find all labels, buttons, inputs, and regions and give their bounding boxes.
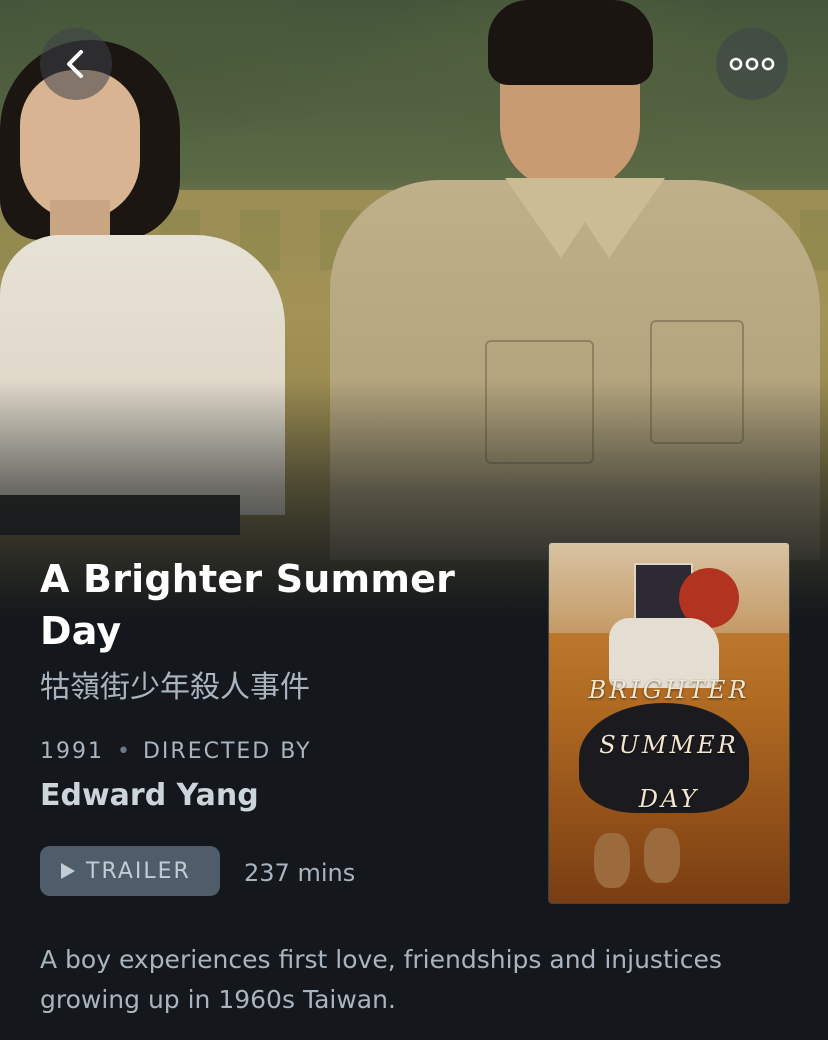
poster-title-line: DAY: [638, 785, 700, 813]
trailer-button[interactable]: TRAILER: [40, 846, 220, 896]
release-year[interactable]: 1991: [40, 739, 104, 764]
synopsis: A boy experiences first love, friendship…: [40, 945, 722, 1014]
more-options-button[interactable]: [716, 28, 788, 100]
film-detail-screen: A Brighter Summer Day 牯嶺街少年殺人事件 1991 • D…: [0, 0, 828, 1040]
backdrop-image: [0, 0, 828, 620]
director-link[interactable]: Edward Yang: [40, 776, 259, 816]
film-title: A Brighter Summer Day: [40, 557, 456, 653]
meta-separator: •: [117, 739, 130, 764]
poster-title-line: BRIGHTER: [588, 676, 750, 704]
film-poster[interactable]: BRIGHTER SUMMER DAY: [548, 542, 790, 904]
poster-title-line: SUMMER: [599, 731, 739, 759]
directed-by-label: DIRECTED BY: [142, 739, 312, 764]
chevron-left-icon: [67, 50, 83, 78]
back-button[interactable]: [40, 28, 112, 100]
film-meta: 1991 • DIRECTED BY: [40, 738, 312, 766]
trailer-label: TRAILER: [86, 858, 191, 884]
more-horizontal-icon: [729, 57, 775, 71]
runtime: 237 mins: [244, 859, 356, 887]
play-icon: [61, 863, 75, 879]
original-title: 牯嶺街少年殺人事件: [40, 670, 310, 705]
